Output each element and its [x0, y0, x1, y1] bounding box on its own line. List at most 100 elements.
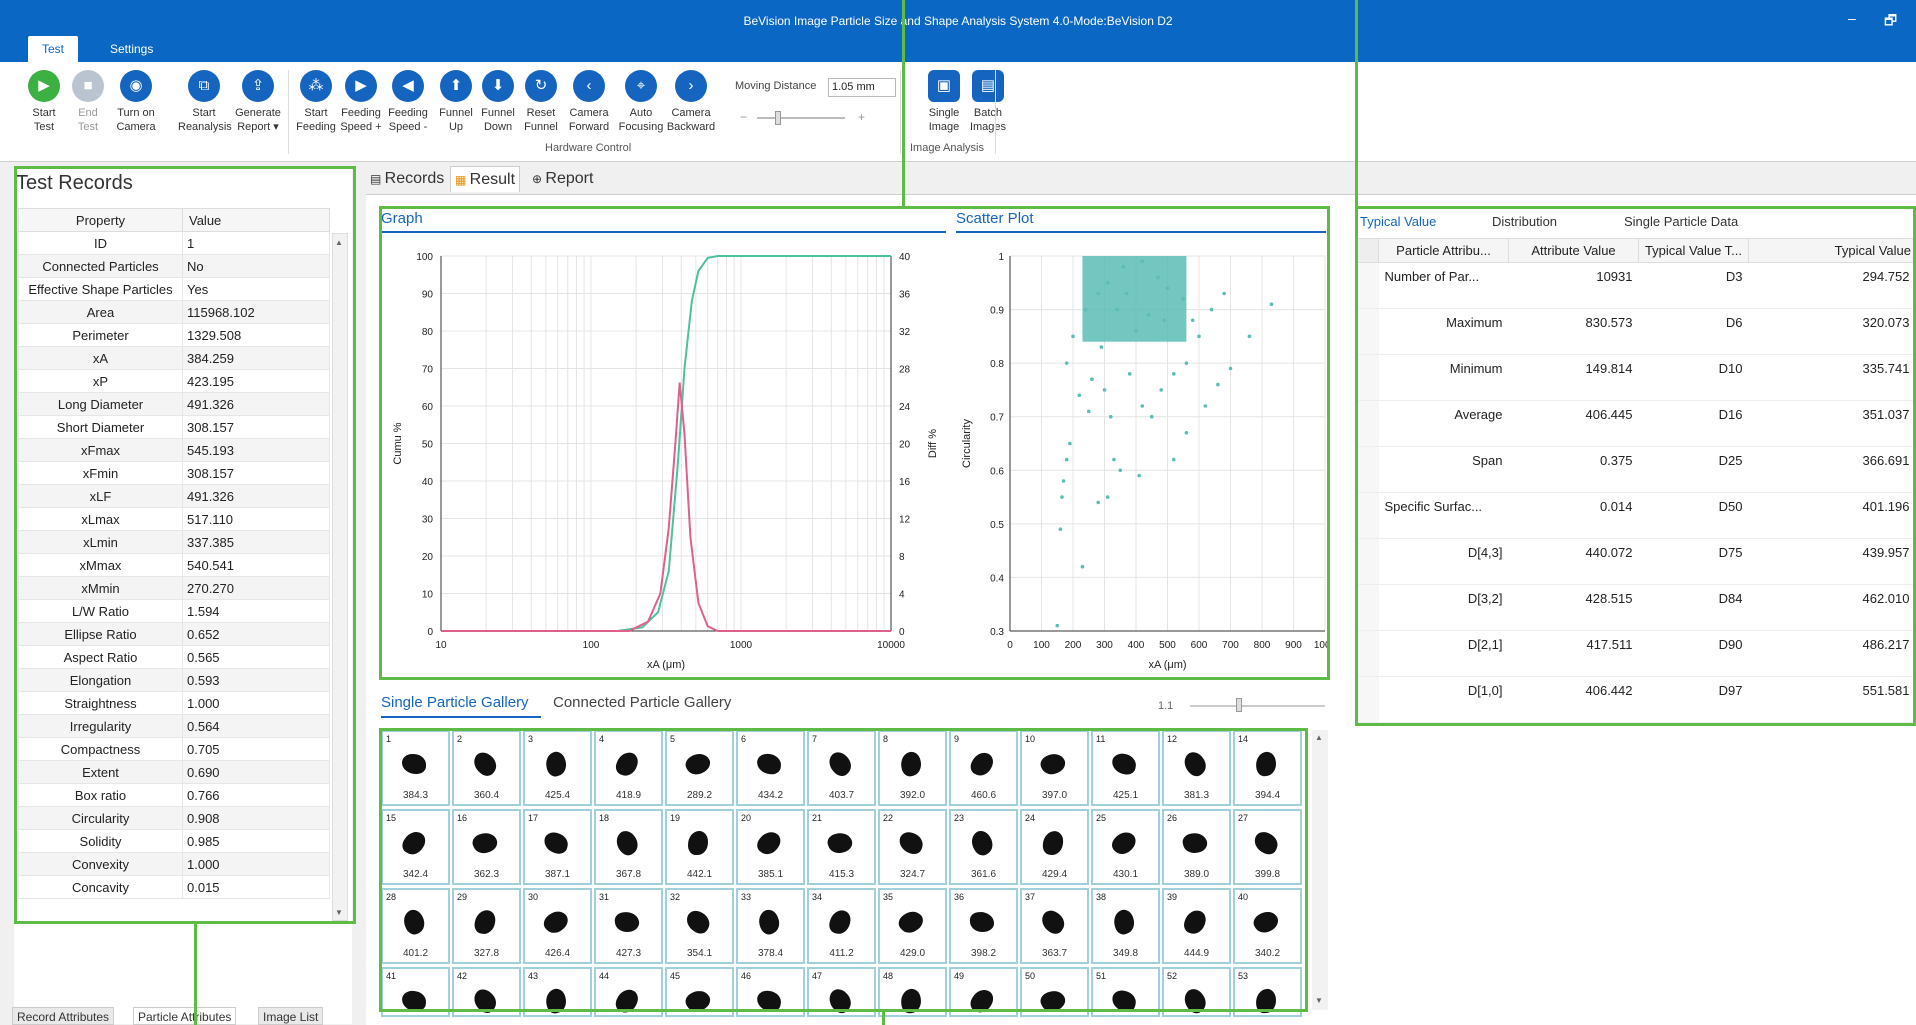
chevron-right-button[interactable]: › Camera Backward [665, 70, 717, 134]
particle-thumbnail[interactable]: 32 354.1 [665, 888, 734, 964]
particle-thumbnail[interactable]: 29 327.8 [452, 888, 521, 964]
typical-value-row[interactable]: Average 406.445 D16 351.037 [1356, 400, 1916, 447]
column-header-value[interactable]: Value [182, 208, 330, 232]
tab-records[interactable]: ▤ Records [366, 166, 448, 192]
particle-thumbnail[interactable]: 36 398.2 [949, 888, 1018, 964]
particle-thumbnail[interactable]: 7 403.7 [807, 730, 876, 806]
particle-thumbnail[interactable]: 47 [807, 967, 876, 1017]
particle-thumbnail[interactable]: 25 430.1 [1091, 809, 1160, 885]
minimize-button[interactable]: – [1848, 10, 1856, 26]
typical-value-row[interactable]: D[3,2] 428.515 D84 462.010 [1356, 584, 1916, 631]
particle-thumbnail[interactable]: 8 392.0 [878, 730, 947, 806]
property-row[interactable]: xLF 491.326 [18, 484, 330, 508]
scroll-up-icon[interactable]: ▲ [335, 238, 343, 247]
property-row[interactable]: Elongation 0.593 [18, 668, 330, 692]
particle-thumbnail[interactable]: 52 [1162, 967, 1231, 1017]
typical-value-row[interactable]: Minimum 149.814 D10 335.741 [1356, 354, 1916, 401]
property-row[interactable]: Aspect Ratio 0.565 [18, 645, 330, 669]
tab-test[interactable]: Test [28, 36, 79, 62]
typical-value-row[interactable]: D[1,0] 406.442 D97 551.581 [1356, 676, 1916, 723]
particle-thumbnail[interactable]: 50 [1020, 967, 1089, 1017]
particle-thumbnail[interactable]: 44 [594, 967, 663, 1017]
particle-thumbnail[interactable]: 14 394.4 [1233, 730, 1302, 806]
scroll-down-icon[interactable]: ▼ [335, 908, 343, 917]
column-header-property[interactable]: Property [18, 208, 183, 232]
particle-thumbnail[interactable]: 5 289.2 [665, 730, 734, 806]
gallery-scroll-down-icon[interactable]: ▼ [1315, 996, 1323, 1005]
typical-value-row[interactable]: Specific Surfac... 0.014 D50 401.196 [1356, 492, 1916, 539]
property-row[interactable]: xMmax 540.541 [18, 553, 330, 577]
particle-thumbnail[interactable]: 24 429.4 [1020, 809, 1089, 885]
property-row[interactable]: Connected Particles No [18, 254, 330, 278]
property-row[interactable]: Extent 0.690 [18, 760, 330, 784]
particle-thumbnail[interactable]: 18 367.8 [594, 809, 663, 885]
property-row[interactable]: Box ratio 0.766 [18, 783, 330, 807]
particle-thumbnail[interactable]: 49 [949, 967, 1018, 1017]
reset-button[interactable]: ↻ Reset Funnel [515, 70, 567, 134]
tab-typical-value[interactable]: Typical Value [1360, 214, 1436, 229]
column-header-typical-value-type[interactable]: Typical Value T... [1638, 238, 1749, 263]
property-table-scrollbar[interactable] [332, 233, 348, 921]
typical-value-row[interactable]: Span 0.375 D25 366.691 [1356, 446, 1916, 493]
particle-thumbnail[interactable]: 39 444.9 [1162, 888, 1231, 964]
property-row[interactable]: Straightness 1.000 [18, 691, 330, 715]
property-row[interactable]: Perimeter 1329.508 [18, 323, 330, 347]
particle-thumbnail[interactable]: 37 363.7 [1020, 888, 1089, 964]
particle-thumbnail[interactable]: 38 349.8 [1091, 888, 1160, 964]
particle-thumbnail[interactable]: 19 442.1 [665, 809, 734, 885]
property-row[interactable]: Circularity 0.908 [18, 806, 330, 830]
particle-thumbnail[interactable]: 35 429.0 [878, 888, 947, 964]
tab-image-list[interactable]: Image List [258, 1007, 324, 1025]
property-row[interactable]: xFmax 545.193 [18, 438, 330, 462]
moving-distance-input[interactable]: 1.05 mm [828, 78, 896, 97]
particle-thumbnail[interactable]: 48 [878, 967, 947, 1017]
particle-thumbnail[interactable]: 20 385.1 [736, 809, 805, 885]
particle-thumbnail[interactable]: 15 342.4 [381, 809, 450, 885]
property-row[interactable]: Ellipse Ratio 0.652 [18, 622, 330, 646]
tab-single-particle-gallery[interactable]: Single Particle Gallery [381, 694, 529, 711]
restore-button[interactable]: 🗗 [1884, 10, 1897, 34]
column-header-particle-attribute[interactable]: Particle Attribu... [1378, 238, 1509, 263]
particle-thumbnail[interactable]: 41 [381, 967, 450, 1017]
particle-thumbnail[interactable]: 43 [523, 967, 592, 1017]
particle-thumbnail[interactable]: 9 460.6 [949, 730, 1018, 806]
gallery-scroll-up-icon[interactable]: ▲ [1315, 733, 1323, 742]
property-row[interactable]: xMmin 270.270 [18, 576, 330, 600]
particle-thumbnail[interactable]: 23 361.6 [949, 809, 1018, 885]
gallery-zoom-slider[interactable] [1190, 705, 1325, 707]
property-row[interactable]: Compactness 0.705 [18, 737, 330, 761]
property-row[interactable]: xLmax 517.110 [18, 507, 330, 531]
typical-value-row[interactable]: Number of Par... 10931 D3 294.752 [1356, 262, 1916, 309]
particle-thumbnail[interactable]: 42 [452, 967, 521, 1017]
gallery-scrollbar[interactable] [1312, 730, 1328, 1010]
particle-thumbnail[interactable]: 2 360.4 [452, 730, 521, 806]
tab-result[interactable]: ▦ Result [450, 166, 521, 192]
typical-value-row[interactable]: D[4,3] 440.072 D75 439.957 [1356, 538, 1916, 585]
speed-down-button[interactable]: ◀ Feeding Speed - [382, 70, 434, 134]
particle-thumbnail[interactable]: 10 397.0 [1020, 730, 1089, 806]
tab-distribution[interactable]: Distribution [1492, 214, 1557, 229]
column-header-typical-value[interactable]: Typical Value [1748, 238, 1916, 263]
tab-connected-particle-gallery[interactable]: Connected Particle Gallery [553, 694, 731, 711]
property-row[interactable]: L/W Ratio 1.594 [18, 599, 330, 623]
speed-up-button[interactable]: ▶ Feeding Speed + [335, 70, 387, 134]
particle-thumbnail[interactable]: 1 384.3 [381, 730, 450, 806]
tab-single-particle-data[interactable]: Single Particle Data [1624, 214, 1738, 229]
property-row[interactable]: Area 115968.102 [18, 300, 330, 324]
tab-settings[interactable]: Settings [96, 36, 167, 62]
particle-thumbnail[interactable]: 16 362.3 [452, 809, 521, 885]
distance-slider-thumb[interactable] [775, 111, 781, 125]
particle-thumbnail[interactable]: 21 415.3 [807, 809, 876, 885]
tab-report[interactable]: ⊕ Report [528, 166, 597, 192]
particle-thumbnail[interactable]: 53 [1233, 967, 1302, 1017]
particle-thumbnail[interactable]: 31 427.3 [594, 888, 663, 964]
particle-thumbnail[interactable]: 22 324.7 [878, 809, 947, 885]
particle-thumbnail[interactable]: 28 401.2 [381, 888, 450, 964]
particle-thumbnail[interactable]: 33 378.4 [736, 888, 805, 964]
camera-button[interactable]: ◉ Turn on Camera [110, 70, 162, 134]
typical-value-row[interactable]: Maximum 830.573 D6 320.073 [1356, 308, 1916, 355]
property-row[interactable]: Effective Shape Particles Yes [18, 277, 330, 301]
property-row[interactable]: Solidity 0.985 [18, 829, 330, 853]
particle-thumbnail[interactable]: 40 340.2 [1233, 888, 1302, 964]
particle-thumbnail[interactable]: 4 418.9 [594, 730, 663, 806]
